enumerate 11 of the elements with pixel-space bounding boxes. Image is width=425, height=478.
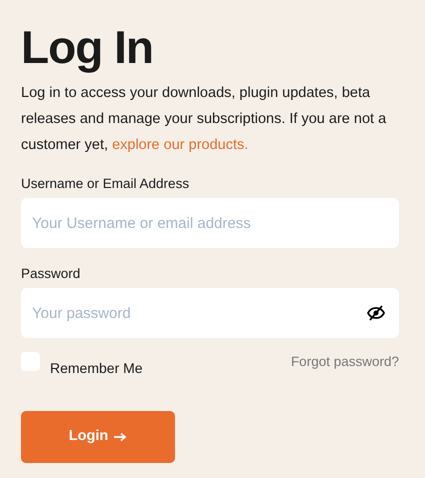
password-field[interactable]: Your password bbox=[21, 288, 399, 338]
username-field[interactable]: Your Username or email address bbox=[21, 198, 399, 248]
intro-text: Log in to access your downloads, plugin updates, beta releases and manage your subscriptions. If you are not a customer yet, explore our products. bbox=[21, 84, 388, 155]
arrow-right-icon bbox=[114, 432, 128, 442]
remember-label: Remember Me bbox=[50, 359, 143, 378]
forgot-password-link[interactable]: Forgot password? bbox=[290, 352, 399, 372]
field-label: Username or Email Address bbox=[21, 176, 190, 192]
field-label: Password bbox=[21, 266, 80, 282]
products-link[interactable]: explore our products. bbox=[112, 137, 248, 153]
hide-password-icon[interactable] bbox=[367, 305, 385, 321]
login-button[interactable]: Login bbox=[21, 411, 175, 463]
